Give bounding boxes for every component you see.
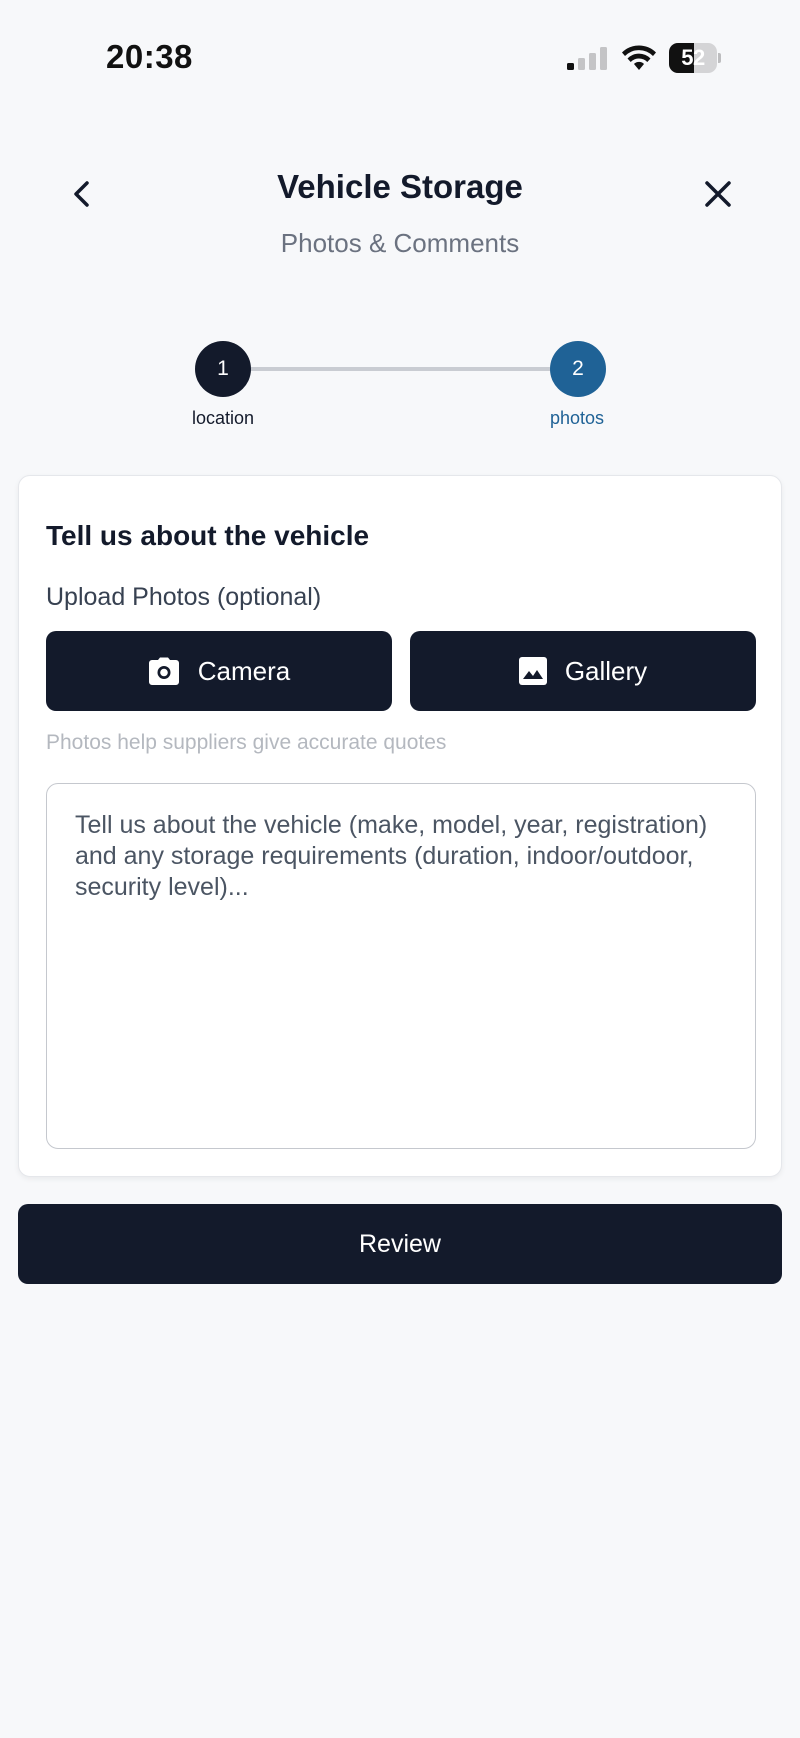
photos-hint: Photos help suppliers give accurate quot… <box>46 731 447 754</box>
close-button[interactable] <box>698 172 738 216</box>
image-icon <box>518 657 547 685</box>
camera-button[interactable]: Camera <box>46 631 392 711</box>
upload-photos-label: Upload Photos (optional) <box>46 583 322 611</box>
wifi-icon <box>622 45 656 70</box>
review-button[interactable]: Review <box>18 1204 782 1284</box>
status-time: 20:38 <box>106 38 193 75</box>
vehicle-details-card: Tell us about the vehicle Upload Photos … <box>18 475 782 1177</box>
close-icon <box>705 181 731 207</box>
signal-bars-icon <box>567 47 607 70</box>
page-title: Vehicle Storage <box>277 168 523 205</box>
step-1-indicator[interactable]: 1 <box>195 341 251 397</box>
step-1-label: location <box>191 408 255 428</box>
vehicle-description-textarea[interactable] <box>46 783 756 1149</box>
gallery-button-label: Gallery <box>564 655 648 686</box>
page-subtitle: Photos & Comments <box>280 228 520 258</box>
camera-icon <box>148 657 179 685</box>
step-2-label: photos <box>549 408 605 428</box>
battery-icon: 52 <box>669 43 721 73</box>
battery-level: 52 <box>681 45 705 70</box>
card-heading: Tell us about the vehicle <box>46 520 370 551</box>
status-bar: 20:38 52 <box>0 0 800 120</box>
step-2-indicator: 2 <box>550 341 606 397</box>
gallery-button[interactable]: Gallery <box>410 631 756 711</box>
stepper-progress-line <box>223 367 578 371</box>
camera-button-label: Camera <box>197 655 291 686</box>
